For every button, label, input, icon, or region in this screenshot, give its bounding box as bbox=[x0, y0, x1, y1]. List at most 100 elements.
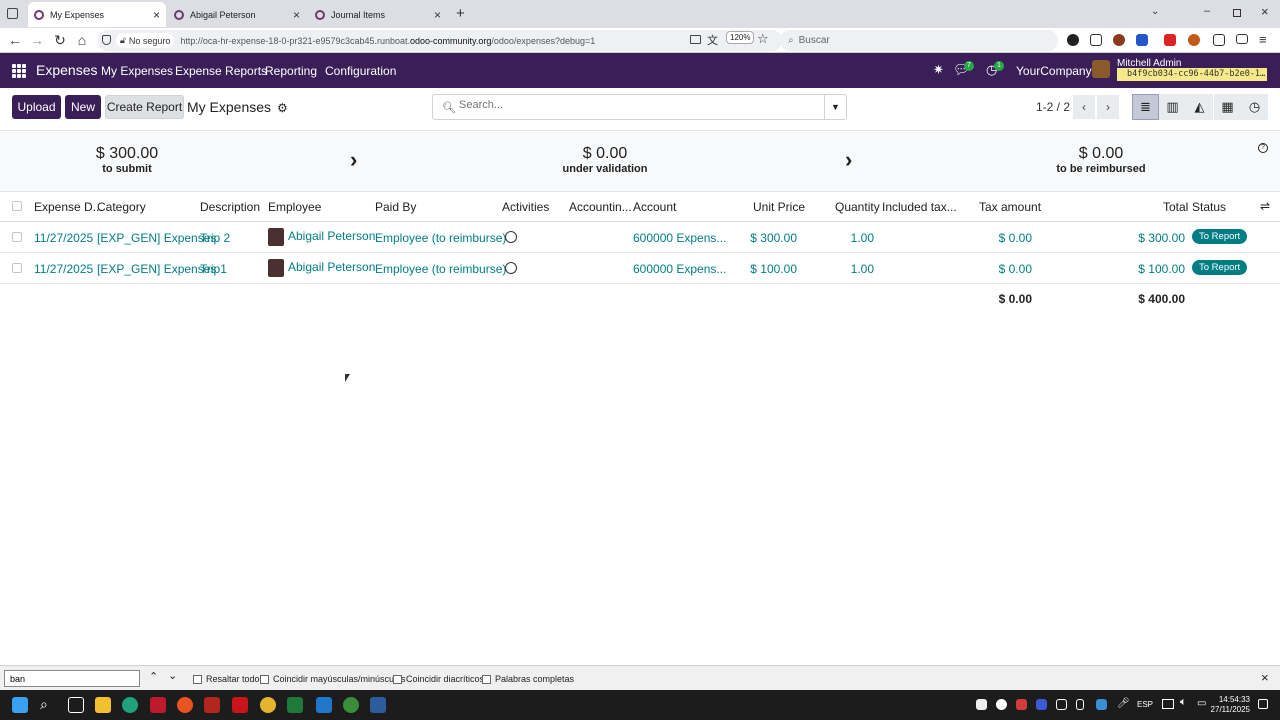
column-included-tax[interactable]: Included tax... bbox=[882, 200, 957, 214]
column-account[interactable]: Account bbox=[633, 200, 676, 214]
sidebar-icon[interactable] bbox=[1236, 34, 1248, 44]
checkbox[interactable] bbox=[393, 674, 402, 684]
screenshot-icon[interactable] bbox=[1213, 34, 1225, 46]
tab-overview-icon[interactable] bbox=[7, 8, 18, 19]
close-find-bar-icon[interactable]: × bbox=[1261, 670, 1269, 685]
optional-columns-toggle-icon[interactable]: ⇌ bbox=[1260, 199, 1270, 213]
column-unit-price[interactable]: Unit Price bbox=[753, 200, 805, 214]
app-title[interactable]: Expenses bbox=[36, 62, 97, 78]
pager-next-button[interactable]: › bbox=[1097, 95, 1119, 119]
column-accounting[interactable]: Accountin... bbox=[569, 200, 632, 214]
extension-icon[interactable] bbox=[1136, 34, 1148, 46]
forward-icon[interactable]: → bbox=[28, 32, 46, 48]
column-status[interactable]: Status bbox=[1192, 200, 1226, 214]
language-indicator[interactable]: ESP bbox=[1137, 700, 1153, 709]
list-view-button[interactable]: ≣ bbox=[1132, 94, 1159, 120]
close-icon[interactable]: × bbox=[153, 8, 160, 22]
microphone-icon[interactable]: 🎤︎ bbox=[1117, 698, 1130, 709]
row-checkbox[interactable] bbox=[12, 263, 22, 273]
bug-icon[interactable]: ✷ bbox=[933, 62, 944, 78]
stat-under-validation[interactable]: $ 0.00 under validation bbox=[540, 145, 670, 175]
column-description[interactable]: Description bbox=[200, 200, 260, 214]
stat-to-submit[interactable]: $ 300.00 to submit bbox=[67, 145, 187, 175]
minimize-button[interactable]: – bbox=[1204, 5, 1210, 17]
menu-reporting[interactable]: Reporting bbox=[265, 64, 317, 78]
edge-icon[interactable] bbox=[122, 697, 138, 713]
close-window-button[interactable]: × bbox=[1261, 4, 1269, 19]
browser-tab-journal-items[interactable]: Journal Items × bbox=[309, 2, 447, 27]
firefox-icon[interactable] bbox=[177, 697, 193, 713]
match-case-checkbox[interactable]: Coincidir mayúsculas/minúsculas bbox=[260, 674, 406, 684]
search-icon[interactable]: ⌕ bbox=[40, 696, 48, 713]
column-activities[interactable]: Activities bbox=[502, 200, 549, 214]
clock-icon[interactable] bbox=[505, 262, 517, 274]
close-icon[interactable]: × bbox=[293, 8, 300, 22]
browser-tab-my-expenses[interactable]: My Expenses × bbox=[28, 2, 166, 27]
extension-icon[interactable] bbox=[1067, 34, 1079, 46]
kanban-view-button[interactable]: ▥ bbox=[1159, 94, 1186, 120]
file-explorer-icon[interactable] bbox=[95, 697, 111, 713]
extension-icon[interactable] bbox=[1113, 34, 1125, 46]
browser-tab-abigail-peterson[interactable]: Abigail Peterson × bbox=[168, 2, 306, 27]
tray-app-icon[interactable] bbox=[976, 699, 987, 710]
graph-view-button[interactable]: ◭ bbox=[1186, 94, 1213, 120]
column-category[interactable]: Category bbox=[97, 200, 146, 214]
find-next-icon[interactable]: ⌄ bbox=[168, 669, 177, 682]
column-expense-date[interactable]: Expense D... bbox=[34, 200, 103, 214]
tray-play-icon[interactable] bbox=[996, 699, 1007, 710]
tray-app-icon[interactable] bbox=[1056, 699, 1067, 710]
notifications-icon[interactable] bbox=[1258, 699, 1268, 709]
help-icon[interactable]: ? bbox=[1258, 143, 1268, 153]
menu-configuration[interactable]: Configuration bbox=[325, 64, 396, 78]
menu-my-expenses[interactable]: My Expenses bbox=[101, 64, 173, 78]
column-quantity[interactable]: Quantity bbox=[835, 200, 880, 214]
cell-employee[interactable]: Abigail Peterson bbox=[268, 228, 375, 246]
bookmark-star-icon[interactable]: ☆ bbox=[757, 31, 769, 47]
install-app-icon[interactable] bbox=[690, 35, 701, 44]
vscode-icon[interactable] bbox=[316, 697, 332, 713]
tray-app-icon[interactable] bbox=[1016, 699, 1027, 710]
pager-value[interactable]: 1-2 / 2 bbox=[1036, 100, 1070, 114]
url-field[interactable]: 🔓︎ No seguro http://oca-hr-expense-18-0-… bbox=[98, 30, 782, 51]
task-view-icon[interactable] bbox=[68, 697, 84, 713]
translate-icon[interactable]: 文 bbox=[707, 32, 718, 48]
checkbox[interactable] bbox=[193, 674, 202, 684]
acrobat-icon[interactable] bbox=[232, 697, 248, 713]
select-all-checkbox[interactable] bbox=[12, 201, 22, 211]
tray-app-icon[interactable] bbox=[1036, 699, 1047, 710]
upload-button[interactable]: Upload bbox=[12, 95, 61, 119]
search-input[interactable] bbox=[459, 99, 819, 111]
stat-to-be-reimbursed[interactable]: $ 0.00 to be reimbursed bbox=[1040, 145, 1162, 175]
chrome-icon[interactable] bbox=[260, 697, 276, 713]
zoom-indicator[interactable]: 120% bbox=[726, 31, 755, 44]
company-switcher[interactable]: YourCompany bbox=[1016, 64, 1092, 78]
windows-start-icon[interactable] bbox=[12, 697, 28, 713]
highlight-all-checkbox[interactable]: Resaltar todo bbox=[193, 674, 260, 684]
extension-icon[interactable] bbox=[1188, 34, 1200, 46]
column-total[interactable]: Total bbox=[1163, 200, 1188, 214]
filezilla-icon[interactable] bbox=[204, 697, 220, 713]
clock-icon[interactable] bbox=[505, 231, 517, 243]
find-input[interactable] bbox=[4, 670, 140, 687]
browser-search-field[interactable]: ⌕ Buscar bbox=[780, 30, 1058, 51]
close-icon[interactable]: × bbox=[434, 8, 441, 22]
new-button[interactable]: New bbox=[65, 95, 101, 119]
excel-icon[interactable] bbox=[287, 697, 303, 713]
column-paid-by[interactable]: Paid By bbox=[375, 200, 416, 214]
activity-view-button[interactable]: ◷ bbox=[1241, 94, 1268, 120]
match-diacritics-checkbox[interactable]: Coincidir diacríticos bbox=[393, 674, 484, 684]
pager-previous-button[interactable]: ‹ bbox=[1073, 95, 1095, 119]
maximize-button[interactable] bbox=[1233, 9, 1241, 17]
pivot-view-button[interactable]: ▦ bbox=[1214, 94, 1241, 120]
find-previous-icon[interactable]: ⌃ bbox=[149, 670, 158, 683]
column-employee[interactable]: Employee bbox=[268, 200, 321, 214]
back-icon[interactable]: ← bbox=[6, 32, 24, 48]
new-tab-button[interactable]: + bbox=[456, 5, 465, 22]
chrome-icon[interactable] bbox=[343, 697, 359, 713]
extension-icon[interactable] bbox=[1164, 34, 1176, 46]
menu-expense-reports[interactable]: Expense Reports bbox=[175, 64, 267, 78]
tab-list-chevron-icon[interactable]: ⌄ bbox=[1151, 6, 1159, 17]
system-clock[interactable]: 14:54:33 27/11/2025 bbox=[1211, 695, 1250, 715]
reload-icon[interactable]: ↻ bbox=[51, 32, 69, 48]
puzzle-icon[interactable] bbox=[1090, 34, 1102, 46]
